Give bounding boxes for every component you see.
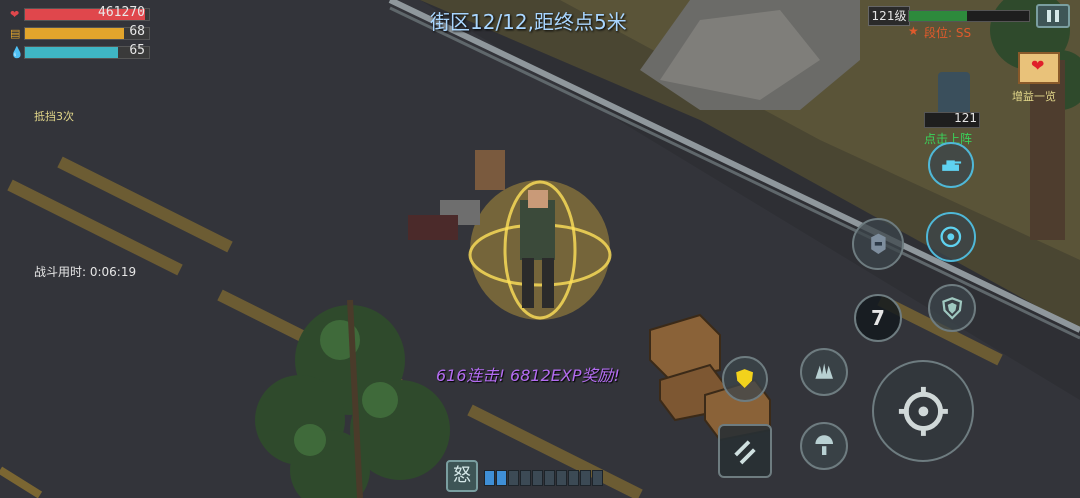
companion-portrait[interactable] [938,72,970,116]
stage-progress: 街区12/12,距终点5米 [430,10,627,34]
turret-skill-button[interactable] [928,142,974,188]
heart-book-icon: ❤ [1031,56,1045,75]
rage-bar: 怒 [446,458,606,494]
switch-weapon-button[interactable] [718,424,772,478]
buff-overview-button[interactable]: ❤ [1018,52,1060,84]
energy-icon: ▤ [10,27,21,40]
robot-skill-button[interactable] [852,218,904,270]
rage-segment [532,470,543,486]
rage-segment [580,470,591,486]
rage-segment [508,470,519,486]
mana-bar: 65 [24,43,150,59]
mana-fill [25,47,118,58]
rage-segment [592,470,603,486]
battle-time: 战斗用时: 0:06:19 [34,265,137,279]
pause-icon [1047,10,1051,22]
mana-icon: 💧 [10,46,24,59]
monster-skill-button[interactable] [800,348,848,396]
xp-fill [909,11,967,21]
companion-hp-bar: 121 [924,111,980,128]
drop-skill-button[interactable] [800,422,848,470]
hp-value: 461270 [98,5,145,20]
mana-value: 65 [129,43,145,58]
block-count: 抵挡3次 [34,110,74,123]
hp-bar: 461270 [24,5,150,21]
rage-label[interactable]: 怒 [446,460,478,492]
turret-icon [942,160,962,172]
gold-shield-icon [736,369,754,389]
armor-skill-button[interactable] [928,284,976,332]
buff-overview-label: 增益一览 [1012,90,1056,103]
xp-bar [908,10,1030,22]
robot-head-icon [870,233,886,254]
cooldown-value: 7 [871,306,885,330]
energy-bar: 68 [24,24,150,40]
pause-button[interactable] [1036,4,1070,28]
combo-reward-text: 616连击! 6812EXP奖励! [436,366,620,385]
rank-text: 段位: SS [924,26,972,40]
swap-arrows-icon [734,440,756,465]
energy-fill [25,28,125,39]
rage-segment [544,470,555,486]
burst-icon [940,226,962,248]
pause-icon-bar [1055,10,1059,22]
aim-joystick[interactable] [872,360,974,462]
companion-level: 121 [954,111,977,125]
energy-value: 68 [129,24,145,39]
rage-segment [484,470,495,486]
rage-segment [520,470,531,486]
player-level: 121级 [868,6,910,26]
heart-icon: ❤ [10,8,20,21]
rage-segment [556,470,567,486]
cooldown-skill-button[interactable]: 7 [854,294,902,342]
rage-segment [568,470,579,486]
shield-burst-skill-button[interactable] [926,212,976,262]
gold-shield-skill-button[interactable] [722,356,768,402]
crosshair-icon [898,386,948,436]
shield-icon [941,296,962,320]
rage-segment [496,470,507,486]
claw-icon [815,363,833,379]
parachute-icon [815,434,833,455]
rank-star-icon: ★ [908,24,919,38]
